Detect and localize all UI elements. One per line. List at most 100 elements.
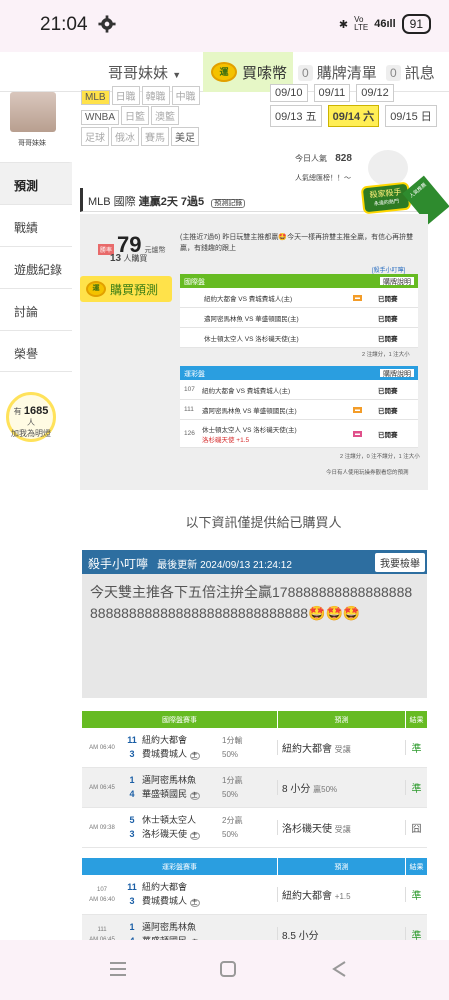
sidebar-item-game-log[interactable]: 遊戲紀錄 <box>0 246 72 288</box>
result-badge: 準 <box>405 740 427 755</box>
intl-pick-table: 國際盤 購牌說明 紐約大都會 VS 費城費城人(主) ▬ 已開賽 邁阿密馬林魚 … <box>180 274 418 348</box>
popularity-total[interactable]: 人氣總匯榜！！～ <box>295 173 351 183</box>
lottery-note: 今日有人使用玩操券觀看您的預測 <box>326 470 409 476</box>
away-team: 紐約大都會 <box>142 881 188 892</box>
intl-pick-action[interactable]: 購牌說明 <box>380 277 414 286</box>
mascot-decoration <box>368 150 408 186</box>
intl-footer: 2 注讓分，1 注大小 <box>362 352 410 358</box>
chip-npb[interactable]: 日職 <box>111 86 140 105</box>
col-games: 運彩盤賽事 <box>82 858 277 875</box>
lottery-row-no: 107 <box>184 386 195 393</box>
home-num: 4 <box>129 788 135 799</box>
volte-icon: Vo LTE <box>354 15 369 32</box>
date-0911[interactable]: 09/11 <box>313 84 351 102</box>
lottery-row-text: 紐約大都會 VS 費城費城人(主) <box>202 387 291 395</box>
status-time: 21:04 <box>40 14 88 35</box>
cart-label: 購牌清單 <box>316 65 377 82</box>
lottery-pick-action[interactable]: 購牌說明 <box>380 369 414 378</box>
intl-row-text: 紐約大都會 VS 費城費城人(主) <box>204 295 293 303</box>
hint-link[interactable]: [殺手小叮嚀] <box>372 265 405 274</box>
sidebar-item-honor[interactable]: 榮譽 <box>0 330 72 372</box>
buy-prediction-button[interactable]: 運 購買預測 <box>80 276 172 302</box>
tip-title: 殺手小叮嚀 <box>88 557 149 571</box>
home-team: 費城費城人 <box>142 748 188 759</box>
chip-mlb[interactable]: MLB <box>81 90 110 105</box>
lottery-row-content: 休士頓太空人 VS 洛杉磯天使(主) 洛杉磯天使 +1.5 <box>202 424 353 444</box>
home-num: 3 <box>129 828 135 839</box>
prediction-record-tag[interactable]: 預測記錄 <box>211 199 246 208</box>
intl-row-text: 邁阿密馬林魚 VS 華盛頓國民(主) <box>204 315 299 323</box>
handicap-pct: 50% <box>222 749 239 759</box>
intl-results-header: 國際盤賽事 預測 結果 <box>82 711 427 728</box>
game-no: 107 <box>96 886 107 893</box>
report-button[interactable]: 我要檢舉 <box>375 553 425 572</box>
chip-kbo[interactable]: 韓職 <box>141 86 170 105</box>
headline-league: MLB 國際 <box>88 196 136 208</box>
lottery-row-text: 休士頓太空人 VS 洛杉磯天使(主) <box>202 426 297 434</box>
game-time: AM 06:45 <box>89 784 115 791</box>
pick-note: 受讓 <box>334 825 351 834</box>
bluetooth-icon: ✱ <box>338 18 349 31</box>
sidebar-item-discuss[interactable]: 討論 <box>0 288 72 330</box>
battery-icon: 91 <box>401 14 431 34</box>
away-team: 邁阿密馬林魚 <box>142 921 197 932</box>
headline-streak: 連贏2天 7過5 <box>138 196 205 208</box>
fans-bulb[interactable]: 有 1685 人 加我為明燈 <box>6 392 56 442</box>
chip-wnba[interactable]: WNBA <box>81 110 119 125</box>
chip-horse[interactable]: 賽馬 <box>141 127 169 146</box>
home-marker-icon: 主 <box>189 898 200 907</box>
handicap-pct: 50% <box>222 789 239 799</box>
message-button[interactable]: 0 訊息 <box>386 62 435 83</box>
date-row1: 09/10 09/11 09/12 <box>270 84 394 102</box>
game-time: AM 06:40 <box>89 896 115 903</box>
date-0912[interactable]: 09/12 <box>356 84 394 102</box>
purchase-notice: 以下資訊僅提供給已購買人 <box>185 515 342 530</box>
lottery-row-extra: 洛杉磯天使 +1.5 <box>202 436 250 444</box>
gear-icon <box>98 15 116 33</box>
result-badge: 囧 <box>405 820 427 835</box>
sidebar-item-predict[interactable]: 預測 <box>0 162 72 204</box>
sidebar-item-record[interactable]: 戰績 <box>0 204 72 246</box>
panel-desc: (主推近7過6) 昨日玩雙主推都贏🤩今天一樣再拚雙主推全贏，有信心再拚雙贏，有錢… <box>180 234 414 252</box>
pick-flag-icon: ▬ <box>353 406 362 413</box>
pick-note: +1.5 <box>334 892 351 901</box>
handicap: 2分贏 <box>222 815 243 825</box>
chip-cpbl[interactable]: 中職 <box>171 86 200 105</box>
popularity-today: 今日人氣 828 <box>295 153 352 164</box>
table-row: AM 06:45 1 邁阿密馬林魚 4 華盛頓國民 主 1分贏 50% 8 小分 贏50% 準 <box>82 768 427 808</box>
league-chips-row3: 足球 俄冰 賽馬 美足 <box>80 127 200 146</box>
chip-soccer[interactable]: 足球 <box>81 127 109 146</box>
col-result: 結果 <box>405 858 427 875</box>
intl-pick-header: 國際盤 購牌說明 <box>180 274 418 288</box>
away-num: 11 <box>127 734 137 745</box>
popularity-today-label: 今日人氣 <box>295 154 327 163</box>
back-icon[interactable] <box>330 960 348 978</box>
home-num: 3 <box>129 748 135 759</box>
table-row: 休士頓太空人 VS 洛杉磯天使(主) 已開賽 <box>180 328 418 348</box>
date-0913[interactable]: 09/13 五 <box>270 105 322 127</box>
date-0914[interactable]: 09/14 六 <box>327 105 380 127</box>
intl-pick-title: 國際盤 <box>184 279 205 286</box>
cart-button[interactable]: 0 購牌清單 <box>298 62 377 83</box>
lottery-pick-table: 運彩盤 購牌說明 107 紐約大都會 VS 費城費城人(主) 已開賽 111 邁… <box>180 366 418 448</box>
coin-icon: 運 <box>86 281 106 297</box>
recent-apps-icon[interactable] <box>108 960 128 978</box>
handicap-pct: 50% <box>222 829 239 839</box>
popularity-today-value: 828 <box>335 153 352 164</box>
user-menu[interactable]: 哥哥妹妹 ▼ <box>108 62 181 83</box>
avatar[interactable] <box>10 92 56 132</box>
date-row2: 09/13 五 09/14 六 09/15 日 <box>270 105 437 127</box>
win-rate-suffix: 元爐幣 <box>144 247 166 254</box>
chip-ru-ice[interactable]: 俄冰 <box>111 127 139 146</box>
home-icon[interactable] <box>219 960 237 978</box>
date-0910[interactable]: 09/10 <box>270 84 308 102</box>
league-chips-row1: MLB 日職 韓職 中職 <box>80 86 201 105</box>
col-pick: 預測 <box>277 711 405 728</box>
chip-jp-bball[interactable]: 日籃 <box>121 106 149 125</box>
pick-value: 洛杉磯天使 <box>282 824 332 835</box>
date-0915[interactable]: 09/15 日 <box>385 105 437 127</box>
signal-icon: 46ıll <box>374 18 396 30</box>
chip-au-bball[interactable]: 澳籃 <box>151 106 179 125</box>
chip-nfl[interactable]: 美足 <box>171 127 199 146</box>
home-marker-icon: 主 <box>189 831 200 840</box>
